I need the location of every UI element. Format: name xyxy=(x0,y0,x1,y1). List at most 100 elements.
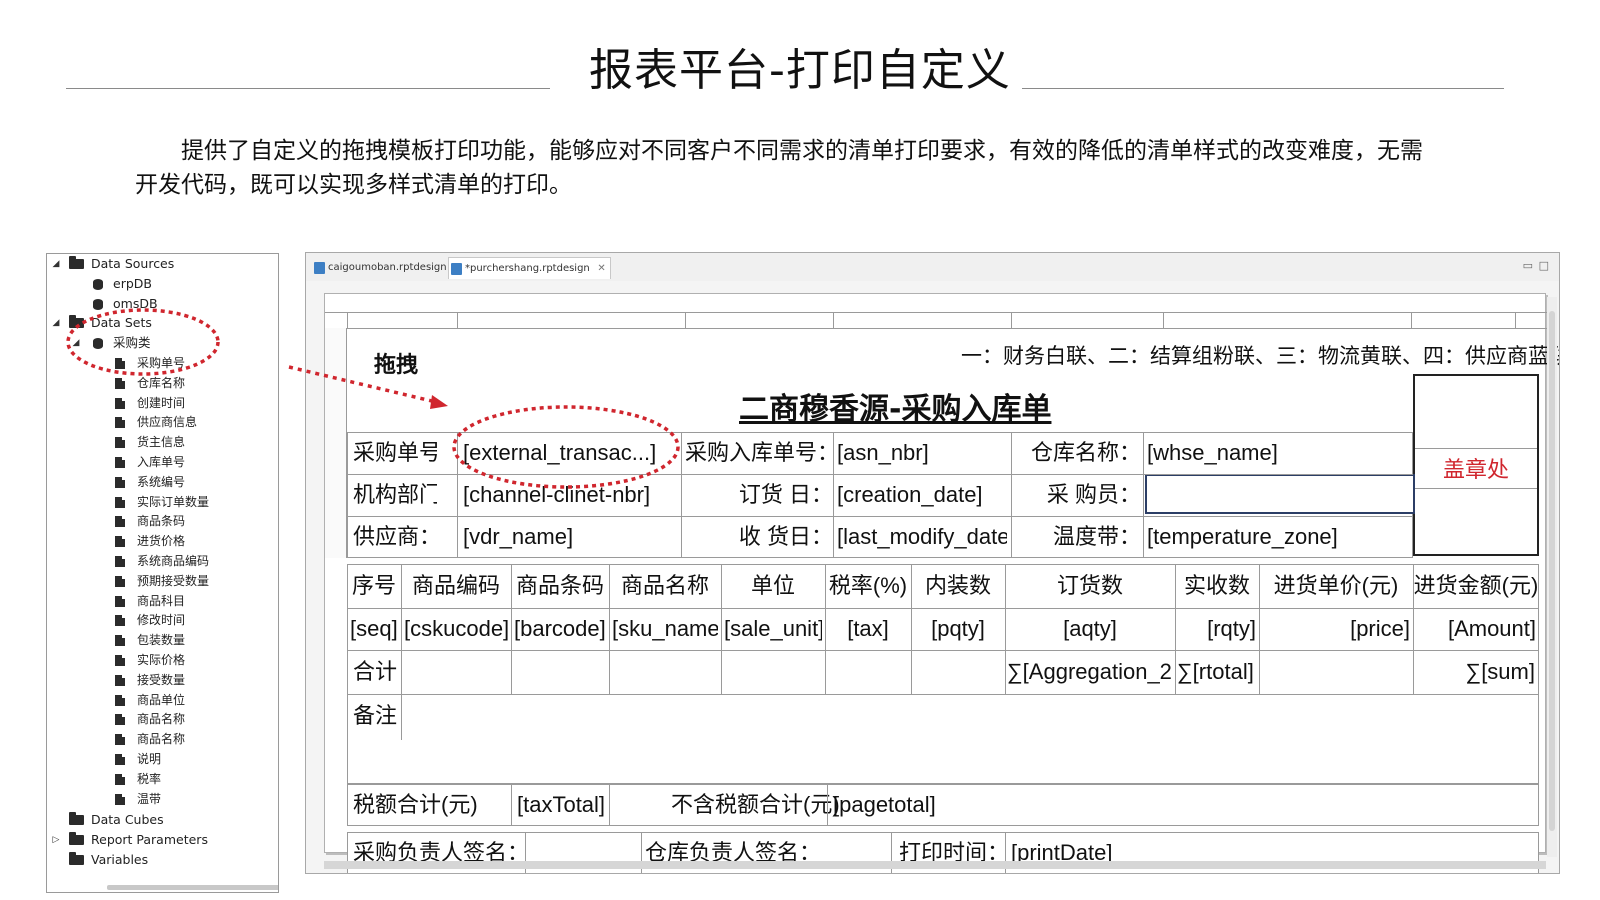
table-header-cell: 商品名称 xyxy=(620,573,709,598)
header-field-value[interactable] xyxy=(1147,475,1397,515)
tree-node-column[interactable]: 温带 xyxy=(47,789,277,809)
table-header-cell: 序号 xyxy=(351,573,396,598)
tree-label: 预期接受数量 xyxy=(137,573,210,588)
tree-node-data-cubes[interactable]: Data Cubes xyxy=(47,810,277,830)
data-column-icon xyxy=(115,556,125,567)
header-field-value[interactable]: [creation_date] xyxy=(837,475,1007,515)
table-header-cell: 实收数 xyxy=(1183,573,1250,598)
table-detail-field[interactable]: [rqty] xyxy=(1178,609,1256,649)
tree-node-column[interactable]: 货主信息 xyxy=(47,432,277,452)
guide-column-line xyxy=(1011,312,1012,328)
title-rule-left xyxy=(66,88,550,89)
tree-node-column[interactable]: 供应商信息 xyxy=(47,412,277,432)
expanded-arrow-icon[interactable]: ◢ xyxy=(51,254,61,274)
tree-node-column[interactable]: 实际价格 xyxy=(47,650,277,670)
report-page-canvas[interactable]: 一：财务白联、二：结算组粉联、三：物流黄联、四：供应商蓝联 二商穆香源-采购入库… xyxy=(324,293,1559,873)
header-field-value[interactable]: [external_transac...] xyxy=(463,433,675,473)
table-detail-field[interactable]: [seq] xyxy=(350,609,398,649)
tree-label: erpDB xyxy=(113,276,152,291)
tree-label: Data Sets xyxy=(91,315,152,330)
table-detail-field[interactable]: [tax] xyxy=(828,609,908,649)
close-tab-icon[interactable]: ✕ xyxy=(597,258,605,280)
data-column-icon xyxy=(115,575,125,587)
total-aggregation-field[interactable]: ∑[Aggregation_2] xyxy=(1007,652,1171,692)
tree-node-column[interactable]: 实际订单数量 xyxy=(47,492,277,512)
tree-node-column[interactable]: 商品条码 xyxy=(47,511,277,531)
database-icon xyxy=(93,299,103,310)
vertical-scrollbar[interactable] xyxy=(1547,297,1557,857)
data-column-icon xyxy=(115,754,125,765)
table-detail-field[interactable]: [pqty] xyxy=(914,609,1002,649)
tree-node-source[interactable]: omsDB xyxy=(47,294,277,314)
header-field-label: 机构部门： xyxy=(353,482,437,507)
total-aggregation-field[interactable]: ∑[sum] xyxy=(1415,652,1535,692)
data-column-icon xyxy=(115,694,125,706)
tree-node-column[interactable]: 系统商品编码 xyxy=(47,551,277,571)
tree-node-column[interactable]: 商品科目 xyxy=(47,591,277,611)
net-total-value: [pagetotal] xyxy=(833,792,936,817)
table-header-cell: 订货数 xyxy=(1056,573,1123,598)
tree-node-column[interactable]: 商品名称 xyxy=(47,709,277,729)
tree-node-column[interactable]: 仓库名称 xyxy=(47,373,277,393)
tree-node-variables[interactable]: Variables xyxy=(47,850,277,870)
folder-icon xyxy=(69,256,84,269)
tree-node-column[interactable]: 说明 xyxy=(47,749,277,769)
expanded-arrow-icon[interactable]: ◢ xyxy=(71,333,81,353)
tree-node-report-parameters[interactable]: ▷ Report Parameters xyxy=(47,830,277,850)
data-explorer-tree[interactable]: ◢ Data Sources erpDB omsDB ◢ Data Sets ◢… xyxy=(46,253,279,893)
collapsed-arrow-icon[interactable]: ▷ xyxy=(51,830,61,850)
cell-divider xyxy=(827,784,828,826)
tab-label: *purchershang.rptdesign xyxy=(465,263,590,274)
header-field-value[interactable]: [channel-clinet-nbr] xyxy=(463,475,675,515)
tree-label: 进货价格 xyxy=(137,534,186,549)
table-detail-field[interactable]: [price] xyxy=(1262,609,1410,649)
title-rule-right xyxy=(1022,88,1504,89)
tree-node-column[interactable]: 系统编号 xyxy=(47,472,277,492)
tree-node-column[interactable]: 入库单号 xyxy=(47,452,277,472)
tree-label: 系统商品编码 xyxy=(137,554,210,568)
header-field-value[interactable]: [asn_nbr] xyxy=(837,433,1007,473)
maximize-icon[interactable]: □ xyxy=(1539,259,1549,272)
tree-node-source[interactable]: erpDB xyxy=(47,274,277,294)
header-field-value[interactable]: [last_modify_date] xyxy=(837,517,1007,557)
tree-node-column[interactable]: 商品名称 xyxy=(47,729,277,749)
tree-node-data-sets[interactable]: ◢ Data Sets xyxy=(47,313,277,333)
tree-node-column[interactable]: 采购单号 xyxy=(47,353,277,373)
table-detail-field[interactable]: [sku_name] xyxy=(612,609,718,649)
table-detail-field[interactable]: [Amount] xyxy=(1416,609,1536,649)
report-designer[interactable]: caigoumoban.rptdesign *purchershang.rptd… xyxy=(305,252,1560,874)
database-icon xyxy=(93,279,103,290)
expanded-arrow-icon[interactable]: ◢ xyxy=(51,313,61,333)
table-detail-field[interactable]: [cskucode] xyxy=(404,609,508,649)
data-column-icon xyxy=(115,714,125,726)
horizontal-scrollbar[interactable] xyxy=(324,861,1546,869)
tree-node-column[interactable]: 进货价格 xyxy=(47,531,277,551)
tree-node-column[interactable]: 税率 xyxy=(47,769,277,789)
header-field-value[interactable]: [whse_name] xyxy=(1147,433,1397,473)
guide-row-line xyxy=(325,312,1547,313)
header-field-value[interactable]: [vdr_name] xyxy=(463,517,675,557)
scroll-thumb[interactable] xyxy=(1549,311,1555,831)
cell-divider xyxy=(609,784,610,826)
table-detail-field[interactable]: [aqty] xyxy=(1008,609,1172,649)
tree-node-column[interactable]: 商品单位 xyxy=(47,690,277,710)
total-aggregation-field[interactable]: ∑[rtotal] xyxy=(1177,652,1255,692)
tab-purchershang[interactable]: *purchershang.rptdesign ✕ xyxy=(448,257,611,279)
tree-node-column[interactable]: 接受数量 xyxy=(47,670,277,690)
table-detail-field[interactable]: [sale_unit] xyxy=(724,609,822,649)
tree-node-column[interactable]: 预期接受数量 xyxy=(47,571,277,591)
tree-label: 温带 xyxy=(137,791,162,806)
tree-label: 货主信息 xyxy=(137,435,186,450)
tab-caigoumoban[interactable]: caigoumoban.rptdesign xyxy=(312,257,447,279)
header-field-value[interactable]: [temperature_zone] xyxy=(1147,517,1397,557)
tree-node-column[interactable]: 修改时间 xyxy=(47,610,277,630)
report-file-icon xyxy=(314,262,325,274)
tree-node-column[interactable]: 创建时间 xyxy=(47,393,277,413)
tree-node-dataset[interactable]: ◢ 采购类 xyxy=(47,333,277,353)
tree-node-column[interactable]: 包装数量 xyxy=(47,630,277,650)
tree-horizontal-scrollbar[interactable] xyxy=(107,885,278,890)
tree-node-data-sources[interactable]: ◢ Data Sources xyxy=(47,254,277,274)
table-detail-field[interactable]: [barcode] xyxy=(514,609,606,649)
minimize-icon[interactable]: ▭ xyxy=(1523,259,1533,272)
header-field-label: 仓库名称： xyxy=(1030,440,1141,465)
